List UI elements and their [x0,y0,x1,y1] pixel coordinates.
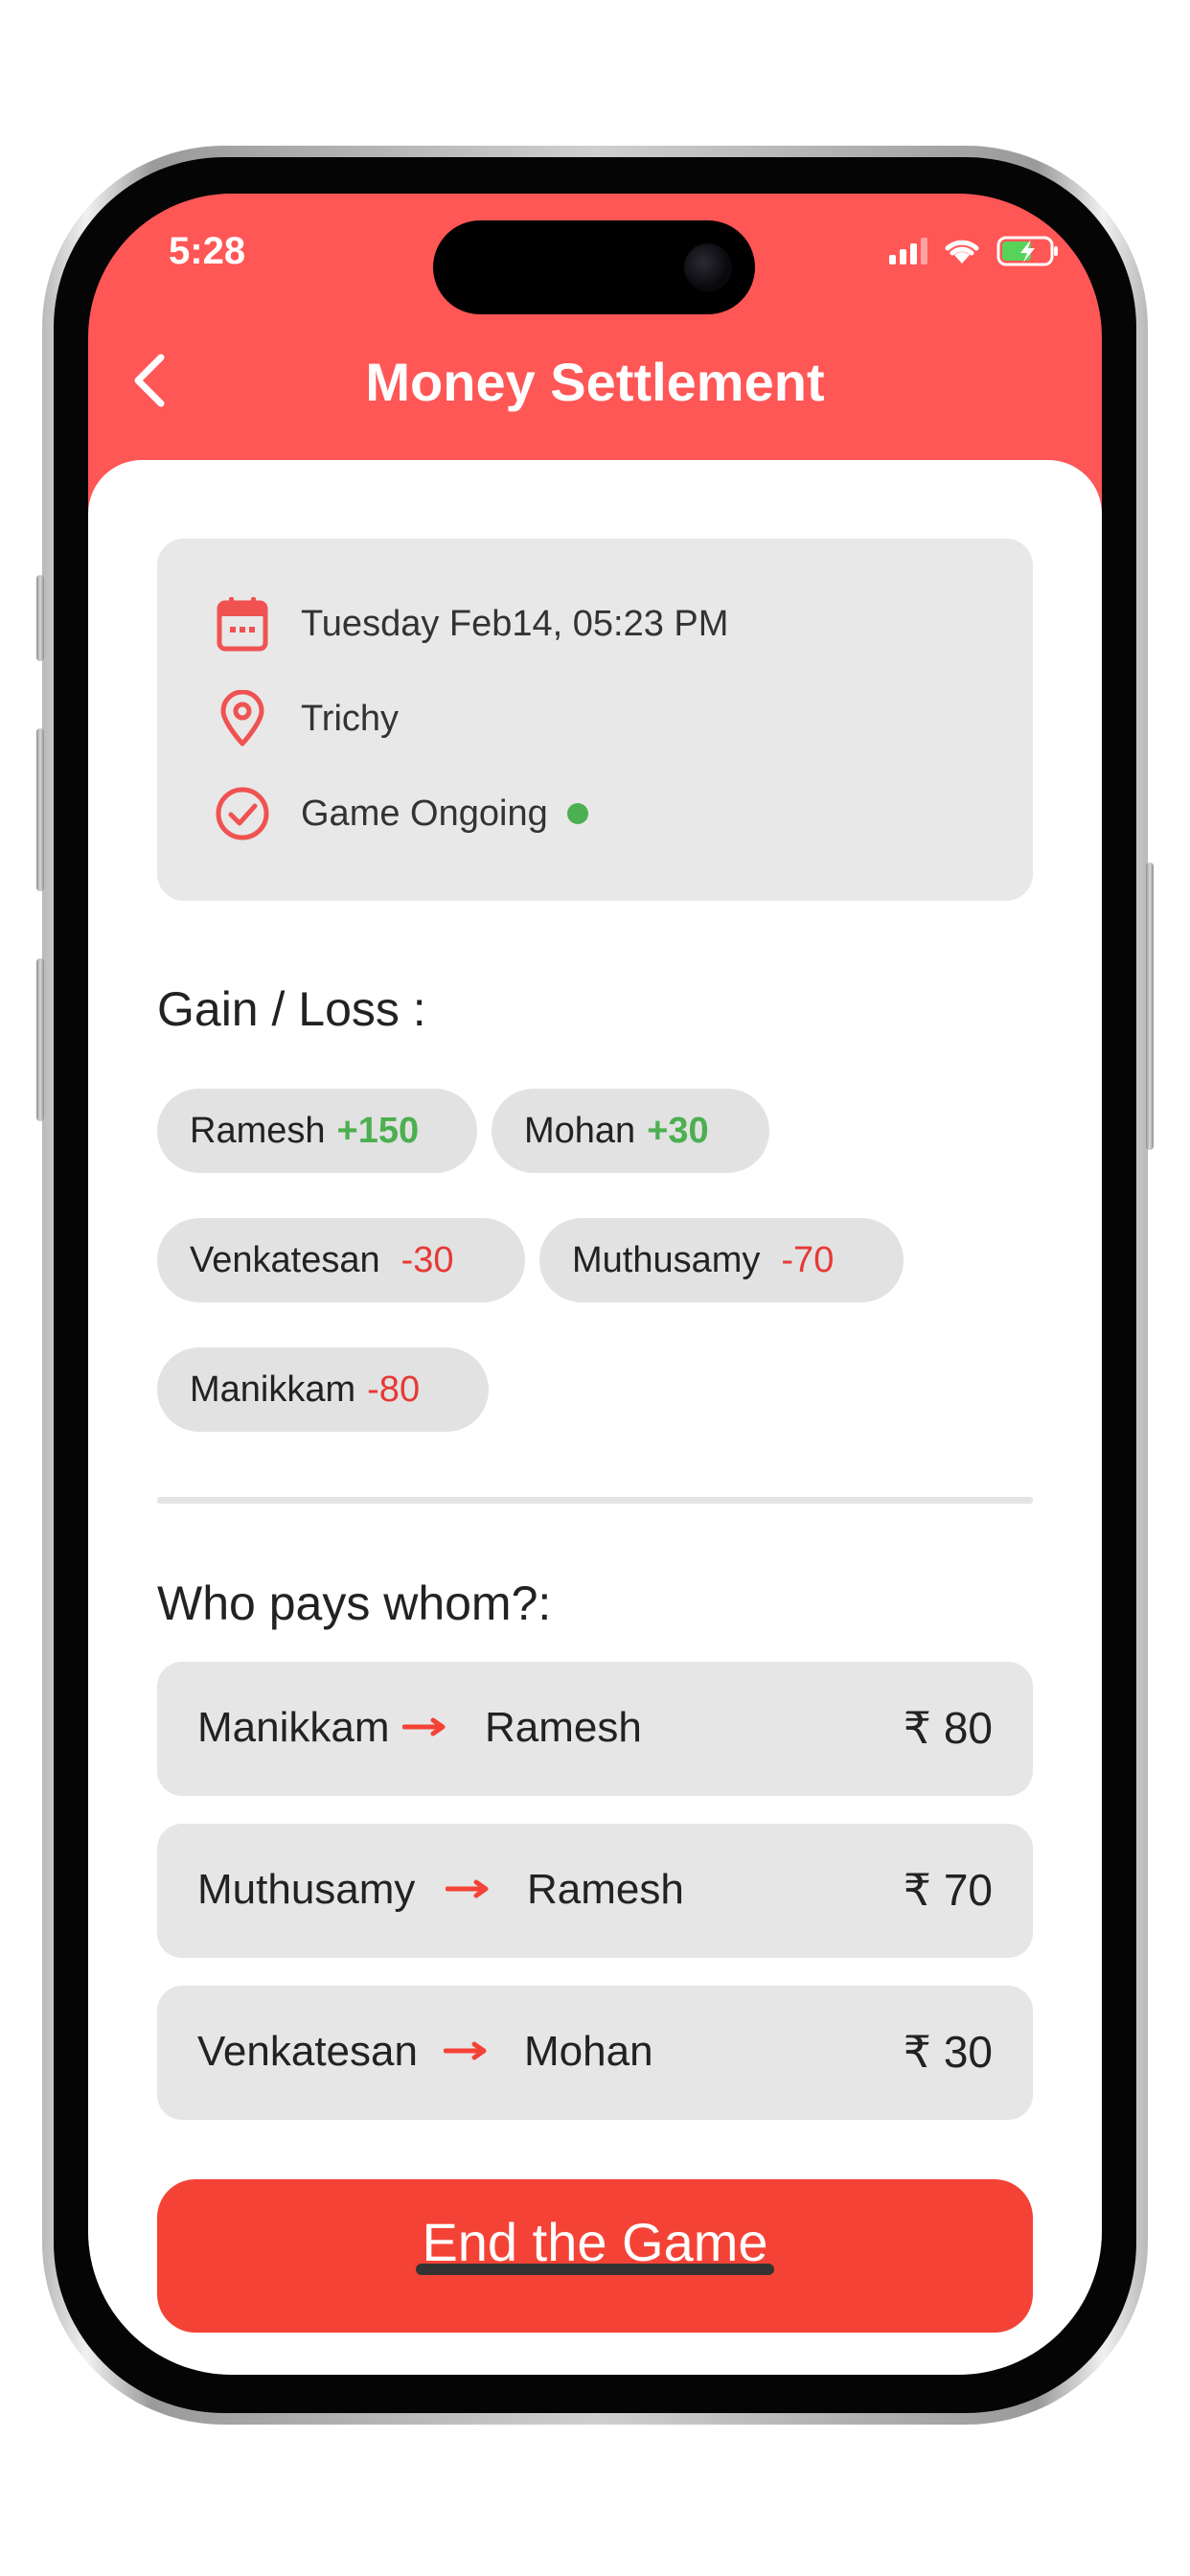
side-button-power [1146,862,1154,1150]
status-indicator-dot [566,803,588,824]
player-amount: -80 [367,1368,421,1410]
payment-amount: ₹ 70 [903,1865,993,1915]
payment-row: Muthusamy Ramesh ₹ 70 [157,1824,1033,1958]
side-button-volume-down [36,958,44,1121]
payment-row: Venkatesan Mohan ₹ 30 [157,1986,1033,2120]
payment-row: Manikkam Ramesh ₹ 80 [157,1662,1033,1796]
game-location: Trichy [301,698,400,739]
location-pin-icon [215,690,270,747]
page-title: Money Settlement [365,352,825,412]
player-chip-mohan: Mohan +30 [492,1089,769,1173]
player-name: Ramesh [190,1110,326,1151]
check-circle-icon [215,786,270,841]
side-button-silent [36,575,44,661]
payee-name: Mohan [524,2028,653,2075]
wifi-icon [945,240,979,264]
player-amount: -30 [400,1239,454,1280]
game-info-card: Tuesday Feb14, 05:23 PM Trichy Game Ongo… [157,539,1033,901]
status-time: 5:28 [169,230,246,272]
cellular-signal-icon [889,238,927,264]
payer-name: Muthusamy [197,1866,416,1913]
player-amount: -70 [781,1239,835,1280]
player-amount: +30 [647,1110,709,1151]
payee-name: Ramesh [527,1866,684,1913]
arrow-right-icon [445,1862,490,1926]
datetime-row: Tuesday Feb14, 05:23 PM [215,596,728,652]
player-name: Venkatesan [190,1239,380,1280]
status-icons [889,236,1060,266]
arrow-right-icon [443,2024,488,2088]
game-status: Game Ongoing [301,793,548,834]
payee-name: Ramesh [485,1704,642,1751]
payer-name: Manikkam [197,1704,390,1751]
player-chip-muthusamy: Muthusamy -70 [539,1218,904,1302]
status-row: Game Ongoing [215,786,588,841]
gain-loss-title: Gain / Loss : [157,982,426,1036]
player-name: Mohan [524,1110,636,1151]
player-chip-venkatesan: Venkatesan -30 [157,1218,525,1302]
payment-amount: ₹ 80 [903,1703,993,1753]
player-name: Manikkam [190,1368,356,1410]
player-chip-ramesh: Ramesh +150 [157,1089,477,1173]
camera-icon [684,243,732,291]
game-datetime: Tuesday Feb14, 05:23 PM [301,603,729,644]
end-game-button[interactable]: End the Game [157,2179,1033,2333]
arrow-right-icon [401,1700,446,1764]
player-name: Muthusamy [572,1239,761,1280]
section-divider [157,1497,1033,1504]
calendar-icon [215,596,270,652]
dynamic-island [433,220,755,314]
side-button-volume-up [36,728,44,891]
screen: 5:28 Money Settlement Tuesday Feb14, 05:… [88,194,1102,2375]
main-content: Tuesday Feb14, 05:23 PM Trichy Game Ongo… [88,460,1102,2375]
payment-amount: ₹ 30 [903,2027,993,2077]
payer-name: Venkatesan [197,2028,418,2075]
home-indicator[interactable] [416,2264,774,2275]
battery-charging-icon [996,236,1058,266]
player-amount: +150 [336,1110,420,1151]
location-row: Trichy [215,690,400,747]
player-chip-manikkam: Manikkam -80 [157,1347,489,1432]
who-pays-title: Who pays whom?: [157,1576,552,1630]
